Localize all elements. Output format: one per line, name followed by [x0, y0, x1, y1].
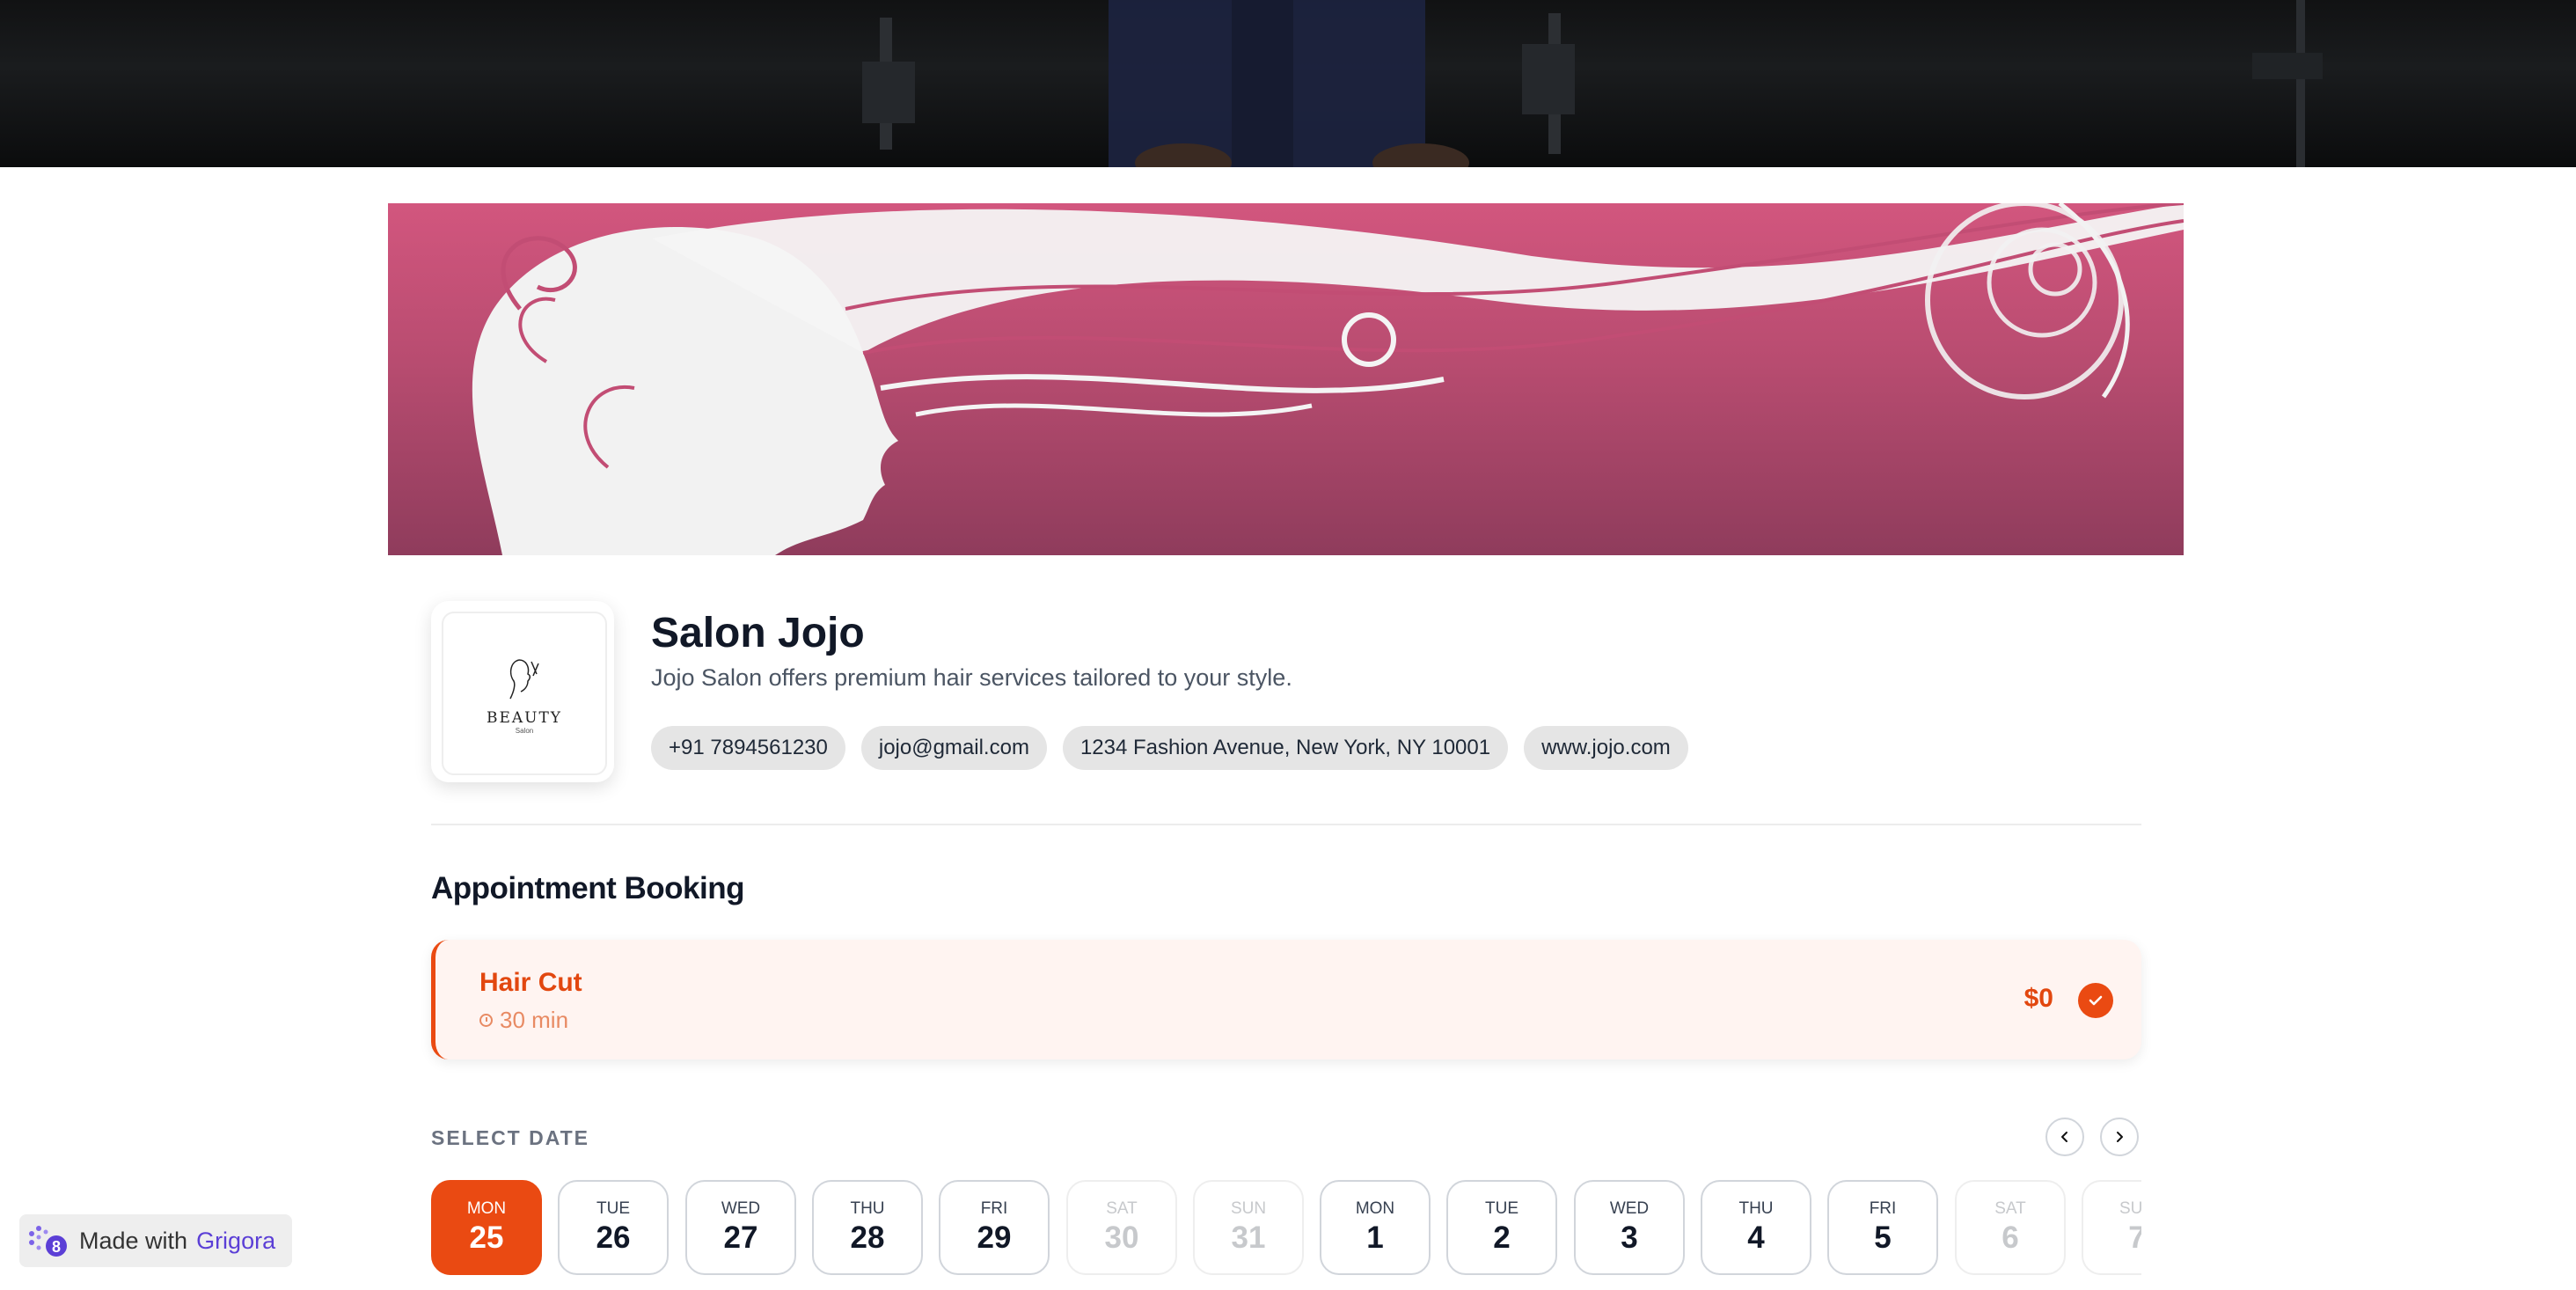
- business-logo: BEAUTY Salon: [431, 601, 614, 782]
- website-chip[interactable]: www.jojo.com: [1524, 726, 1688, 770]
- date-day-number: 7: [2128, 1220, 2141, 1255]
- prev-dates-button[interactable]: [2045, 1118, 2084, 1156]
- date-option: SUN 31: [1193, 1180, 1304, 1275]
- email-chip[interactable]: jojo@gmail.com: [860, 726, 1047, 770]
- chevron-left-icon: [2061, 1132, 2067, 1142]
- date-weekday: MON: [1355, 1199, 1395, 1218]
- date-weekday: WED: [1609, 1199, 1650, 1218]
- date-day-number: 28: [850, 1220, 885, 1255]
- business-banner-image: [388, 203, 2184, 555]
- logo-frame: BEAUTY Salon: [442, 612, 607, 775]
- date-option[interactable]: WED 3: [1574, 1180, 1685, 1275]
- date-option[interactable]: THU 28: [812, 1180, 923, 1275]
- date-day-number: 4: [1747, 1220, 1765, 1255]
- date-option[interactable]: MON 25: [431, 1180, 542, 1275]
- date-day-number: 27: [723, 1220, 758, 1255]
- date-day-number: 29: [977, 1220, 1012, 1255]
- date-option[interactable]: THU 4: [1701, 1180, 1811, 1275]
- date-day-number: 6: [2002, 1220, 2019, 1255]
- date-option[interactable]: MON 1: [1320, 1180, 1431, 1275]
- date-day-number: 26: [596, 1220, 631, 1255]
- date-day-number: 31: [1231, 1220, 1266, 1255]
- service-card-hair-cut[interactable]: Hair Cut 30 min $0: [431, 940, 2141, 1059]
- date-weekday: FRI: [980, 1199, 1008, 1218]
- date-picker-strip: MON 25 TUE 26 WED 27 THU 28 FRI 29 SAT 30 SUN 31 MON 1 T…: [431, 1180, 2141, 1277]
- select-date-label: SELECT DATE: [431, 1126, 590, 1149]
- grigora-link[interactable]: Grigora: [196, 1228, 275, 1255]
- chevron-right-icon: [2117, 1132, 2123, 1142]
- date-weekday: SAT: [1994, 1199, 2026, 1218]
- booking-title: Appointment Booking: [431, 871, 745, 905]
- date-day-number: 25: [469, 1220, 504, 1255]
- date-weekday: TUE: [1485, 1199, 1519, 1218]
- date-weekday: SAT: [1106, 1199, 1138, 1218]
- contact-chips: +91 7894561230 jojo@gmail.com 1234 Fashi…: [651, 726, 1688, 770]
- date-day-number: 3: [1621, 1220, 1638, 1255]
- date-weekday: TUE: [596, 1199, 630, 1218]
- date-option[interactable]: TUE 2: [1446, 1180, 1557, 1275]
- section-divider: [431, 824, 2141, 825]
- date-option: SUN 7: [2082, 1180, 2141, 1275]
- business-name: Salon Jojo: [651, 610, 865, 656]
- check-icon[interactable]: [2078, 983, 2113, 1018]
- next-dates-button[interactable]: [2100, 1118, 2139, 1156]
- service-duration-text: 30 min: [500, 1007, 569, 1033]
- date-day-number: 5: [1874, 1220, 1892, 1255]
- date-option[interactable]: TUE 26: [558, 1180, 669, 1275]
- date-option[interactable]: FRI 5: [1827, 1180, 1938, 1275]
- address-chip[interactable]: 1234 Fashion Avenue, New York, NY 10001: [1062, 726, 1509, 770]
- hero-cover-image: [0, 0, 2576, 167]
- date-day-number: 2: [1493, 1220, 1511, 1255]
- date-day-number: 1: [1366, 1220, 1384, 1255]
- date-weekday: FRI: [1869, 1199, 1897, 1218]
- clock-icon: [479, 1014, 493, 1027]
- logo-text: BEAUTY: [486, 708, 563, 727]
- svg-text:8: 8: [52, 1238, 61, 1256]
- date-weekday: MON: [466, 1199, 507, 1218]
- date-weekday: SUN: [2119, 1199, 2141, 1218]
- service-name: Hair Cut: [479, 968, 582, 997]
- date-weekday: WED: [721, 1199, 761, 1218]
- grigora-logo-icon: 8: [26, 1221, 70, 1260]
- date-option[interactable]: WED 27: [685, 1180, 796, 1275]
- service-price: $0: [2023, 984, 2053, 1013]
- made-with-badge[interactable]: 8 Made with Grigora: [19, 1214, 292, 1267]
- date-weekday: THU: [850, 1199, 885, 1218]
- phone-chip[interactable]: +91 7894561230: [651, 726, 845, 770]
- logo-subtext: Salon: [515, 726, 534, 735]
- date-option: SAT 30: [1066, 1180, 1177, 1275]
- date-weekday: THU: [1738, 1199, 1774, 1218]
- date-weekday: SUN: [1230, 1199, 1267, 1218]
- date-day-number: 30: [1104, 1220, 1139, 1255]
- date-option: SAT 6: [1955, 1180, 2066, 1275]
- service-duration: 30 min: [479, 1007, 568, 1034]
- business-description: Jojo Salon offers premium hair services …: [651, 664, 1292, 691]
- woman-profile-icon: [509, 658, 539, 699]
- made-with-text: Made with: [79, 1227, 188, 1254]
- date-option[interactable]: FRI 29: [939, 1180, 1050, 1275]
